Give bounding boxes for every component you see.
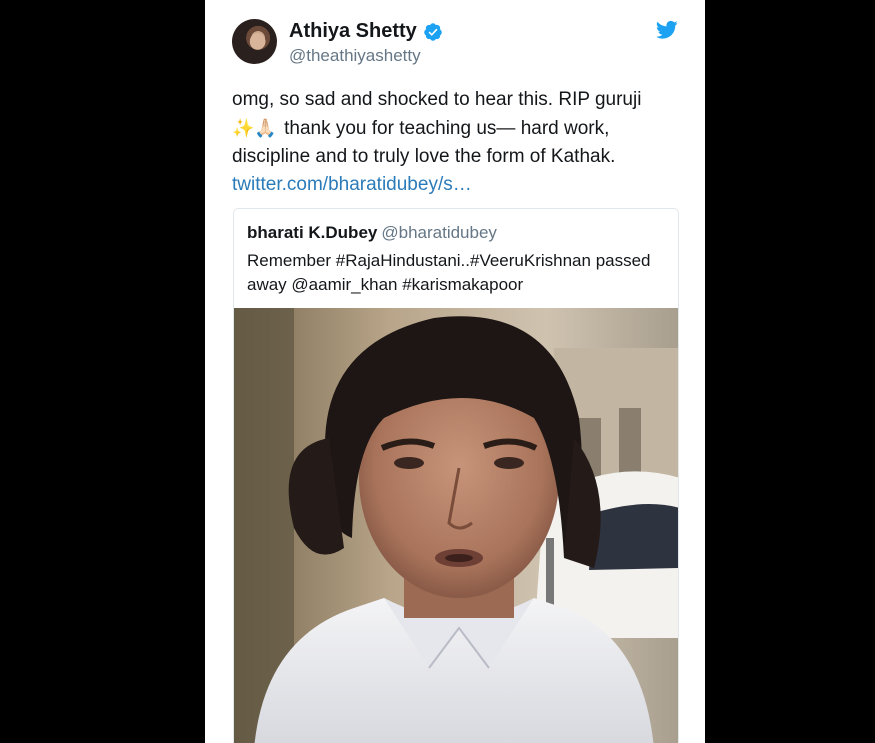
author-name-row[interactable]: Athiya Shetty [289,20,443,43]
tweet-text-line: ✨🙏🏻 thank you for teaching us— hard work… [232,114,682,143]
avatar[interactable] [232,19,277,64]
sparkles-folded-hands-emoji: ✨🙏🏻 [232,118,277,138]
tweet-text: omg, so sad and shocked to hear this. RI… [232,86,682,199]
tweet-text-fragment: thank you for teaching us— hard work, [278,118,610,139]
tweet-text-line: omg, so sad and shocked to hear this. RI… [232,89,642,110]
tweet-link[interactable]: twitter.com/bharatidubey/s… [232,174,472,195]
quoted-tweet[interactable]: bharati K.Dubey @bharatidubey Remember #R… [233,208,679,743]
quoted-text-line: Remember #RajaHindustani..#VeeruKrishnan… [247,251,651,270]
quoted-author-name: bharati K.Dubey [247,223,378,242]
quoted-tweet-photo[interactable] [234,308,679,743]
quoted-author-handle: @bharatidubey [381,223,497,242]
author-handle[interactable]: @theathiyashetty [289,46,421,66]
quoted-text-line: away @aamir_khan #karismakapoor [247,275,524,294]
quoted-tweet-header: bharati K.Dubey @bharatidubey [247,223,497,243]
quoted-tweet-text: Remember #RajaHindustani..#VeeruKrishnan… [247,249,672,297]
tweet-text-line: twitter.com/bharatidubey/s… [232,171,682,199]
tweet-card: Athiya Shetty @theathiyashetty omg, so s… [205,0,705,743]
tweet-text-line: discipline and to truly love the form of… [232,146,616,167]
verified-badge-icon [424,22,442,41]
twitter-bird-icon[interactable] [656,20,678,40]
author-display-name[interactable]: Athiya Shetty [289,20,417,43]
